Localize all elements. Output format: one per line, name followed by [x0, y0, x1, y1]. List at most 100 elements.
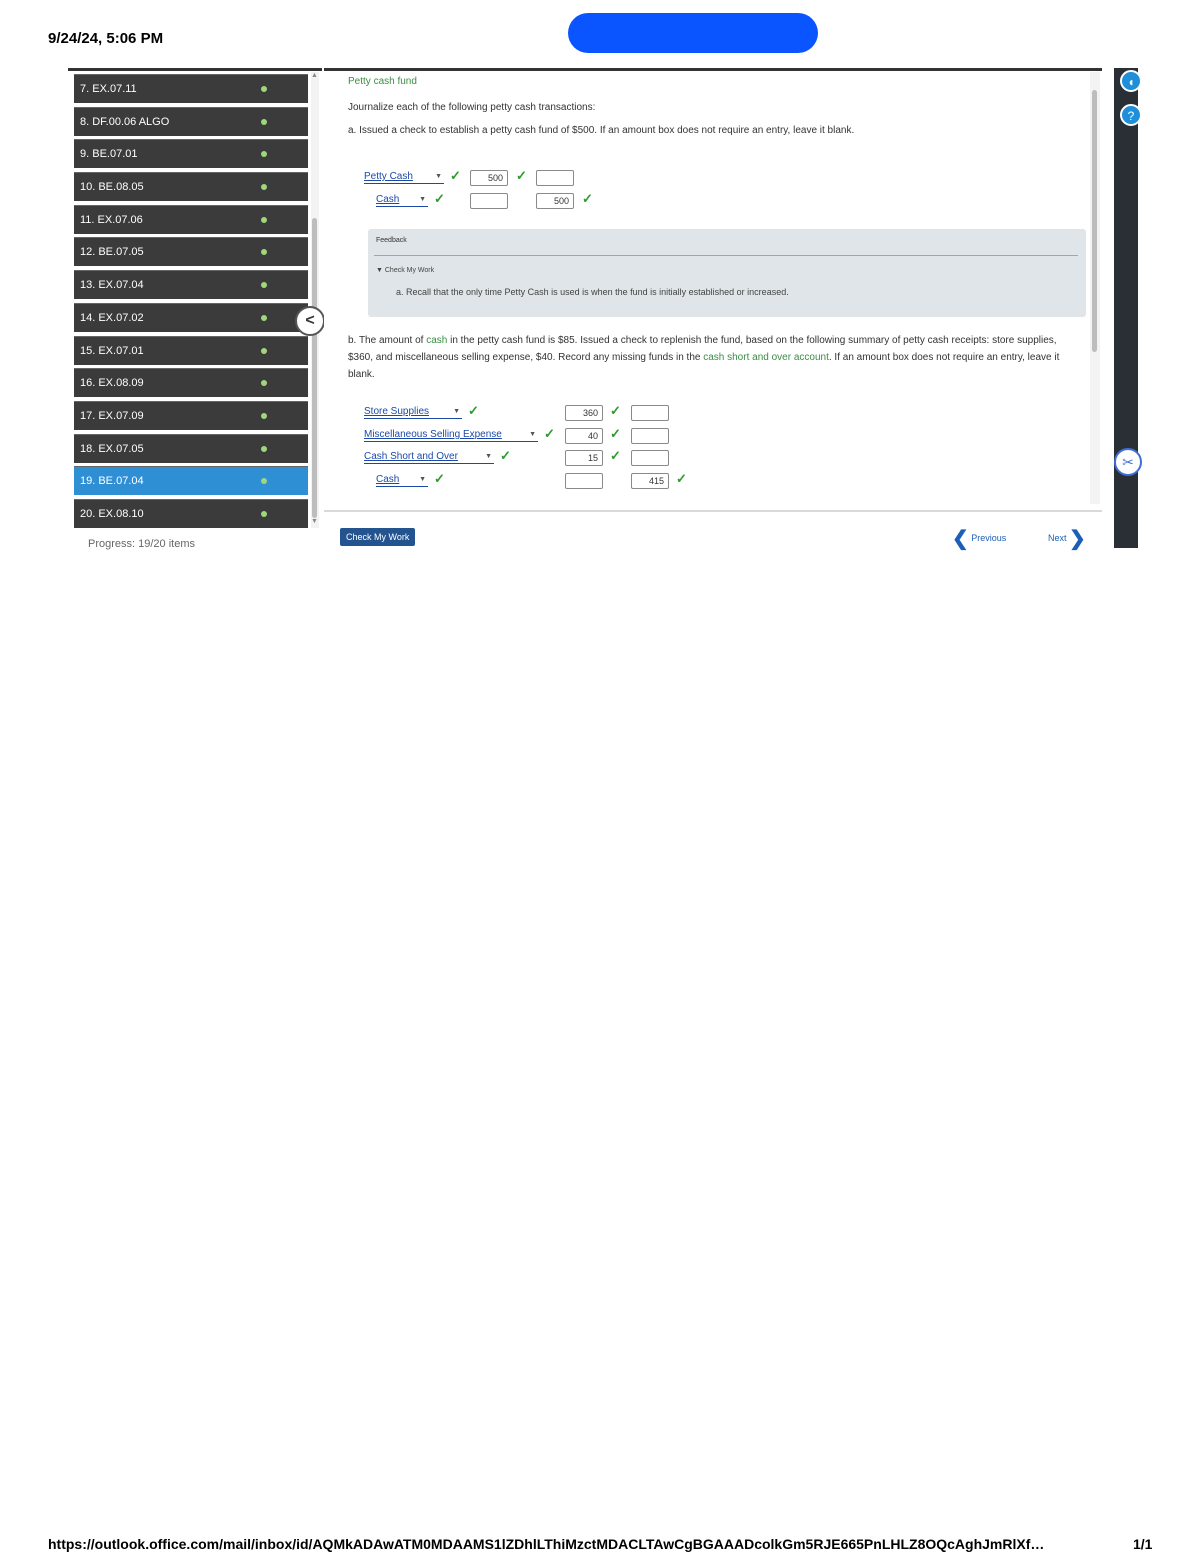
account-select-a2[interactable]: Cash ▼	[376, 194, 428, 207]
problem-instruction: Journalize each of the following petty c…	[348, 102, 596, 113]
scroll-down-icon[interactable]: ▼	[311, 518, 318, 525]
account-select-a1[interactable]: Petty Cash ▼	[364, 171, 444, 184]
sidebar-item-label: 19. BE.07.04	[80, 475, 144, 488]
sidebar-item[interactable]: 10. BE.08.05	[74, 172, 308, 202]
progress-label: Progress: 19/20 items	[88, 538, 195, 550]
sidebar: 7. EX.07.11 8. DF.00.06 ALGO 9. BE.07.01 10…	[68, 68, 324, 550]
debit-input-a1[interactable]: 500	[470, 170, 508, 186]
sidebar-item-label: 10. BE.08.05	[80, 181, 144, 194]
sidebar-item-label: 9. BE.07.01	[80, 148, 138, 161]
sidebar-item-label: 16. EX.08.09	[80, 377, 144, 390]
credit-input-a2[interactable]: 500	[536, 193, 574, 209]
feedback-title: Feedback	[376, 237, 407, 244]
sidebar-item[interactable]: 12. BE.07.05	[74, 237, 308, 267]
debit-input-b2[interactable]: 40	[565, 428, 603, 444]
assignment-list: 7. EX.07.11 8. DF.00.06 ALGO 9. BE.07.01 10…	[74, 74, 308, 532]
scissors-tool-icon[interactable]: ✂	[1114, 448, 1142, 476]
sidebar-item[interactable]: 19. BE.07.04	[74, 466, 308, 496]
sidebar-item-label: 17. EX.07.09	[80, 409, 144, 422]
sidebar-item[interactable]: 14. EX.07.02	[74, 302, 308, 332]
sidebar-item-label: 7. EX.07.11	[80, 83, 137, 95]
part-b-text: b. The amount of cash in the petty cash …	[348, 335, 1060, 380]
status-dot-icon	[261, 445, 267, 452]
chevron-down-icon: ▼	[529, 431, 536, 438]
sidebar-scrollbar[interactable]: ▲ ▼	[311, 72, 319, 528]
account-select-b1[interactable]: Store Supplies ▼	[364, 406, 462, 419]
status-dot-icon	[261, 184, 267, 191]
sidebar-item[interactable]: 11. EX.07.06	[74, 204, 308, 234]
correct-check-icon: ✓	[676, 471, 687, 486]
account-select-b2[interactable]: Miscellaneous Selling Expense ▼	[364, 429, 538, 442]
print-url: https://outlook.office.com/mail/inbox/id…	[48, 1536, 1045, 1552]
credit-input-b4[interactable]: 415	[631, 473, 669, 489]
chevron-left-icon: ❮	[952, 528, 969, 550]
redaction-blob	[568, 13, 818, 53]
print-datetime: 9/24/24, 5:06 PM	[48, 30, 164, 47]
credit-input-b2[interactable]	[631, 428, 669, 444]
correct-check-icon: ✓	[434, 191, 445, 206]
headset-icon[interactable]: ◖	[1120, 70, 1142, 92]
status-dot-icon	[261, 478, 267, 485]
print-page-number: 1/1	[1133, 1536, 1153, 1552]
correct-check-icon: ✓	[450, 168, 461, 183]
sidebar-item[interactable]: 8. DF.00.06 ALGO	[74, 106, 308, 136]
account-select-b4[interactable]: Cash ▼	[376, 474, 428, 487]
debit-input-b3[interactable]: 15	[565, 450, 603, 466]
correct-check-icon: ✓	[434, 471, 445, 486]
sidebar-item-label: 12. BE.07.05	[80, 246, 144, 259]
problem-panel: Petty cash fund Journalize each of the f…	[324, 68, 1102, 550]
check-my-work-toggle[interactable]: ▼ Check My Work	[376, 267, 434, 274]
cash-short-over-link[interactable]: cash short and over account	[703, 352, 829, 363]
scroll-up-icon[interactable]: ▲	[311, 72, 318, 79]
help-icon[interactable]: ?	[1120, 104, 1142, 126]
sidebar-scroll-thumb[interactable]	[312, 218, 317, 518]
feedback-panel: Feedback ▼ Check My Work a. Recall that …	[368, 229, 1086, 317]
sidebar-item[interactable]: 7. EX.07.11	[74, 74, 308, 103]
part-a-text: a. Issued a check to establish a petty c…	[348, 125, 855, 136]
sidebar-item-label: 13. EX.07.04	[80, 279, 144, 292]
bottom-bar: Check My Work ❮ Previous Next ❯	[324, 510, 1102, 550]
correct-check-icon: ✓	[610, 426, 621, 441]
cash-link[interactable]: cash	[426, 335, 447, 346]
content-scrollbar[interactable]	[1090, 72, 1100, 504]
debit-input-b1[interactable]: 360	[565, 405, 603, 421]
next-button[interactable]: Next ❯	[1048, 526, 1086, 551]
sidebar-item[interactable]: 16. EX.08.09	[74, 368, 308, 398]
sidebar-item[interactable]: 9. BE.07.01	[74, 139, 308, 169]
credit-input-b1[interactable]	[631, 405, 669, 421]
status-dot-icon	[261, 380, 267, 387]
status-dot-icon	[261, 510, 267, 517]
chevron-right-icon: ❯	[1069, 528, 1086, 550]
check-my-work-button[interactable]: Check My Work	[340, 528, 416, 546]
credit-input-b3[interactable]	[631, 450, 669, 466]
correct-check-icon: ✓	[610, 403, 621, 418]
correct-check-icon: ✓	[500, 448, 511, 463]
previous-button[interactable]: ❮ Previous	[952, 526, 1006, 551]
status-dot-icon	[261, 118, 267, 125]
debit-input-a2[interactable]	[470, 193, 508, 209]
right-toolbar: ◖ ?	[1114, 68, 1142, 548]
status-dot-icon	[261, 86, 267, 92]
content-scroll-thumb[interactable]	[1092, 90, 1097, 352]
sidebar-item[interactable]: 18. EX.07.05	[74, 433, 308, 463]
sidebar-item[interactable]: 15. EX.07.01	[74, 335, 308, 365]
status-dot-icon	[261, 216, 267, 223]
account-select-b3[interactable]: Cash Short and Over ▼	[364, 451, 494, 464]
sidebar-item-label: 14. EX.07.02	[80, 311, 144, 324]
sidebar-item[interactable]: 20. EX.08.10	[74, 498, 308, 528]
status-dot-icon	[261, 412, 267, 419]
collapse-sidebar-button[interactable]: <	[295, 306, 325, 336]
problem-title: Petty cash fund	[348, 76, 417, 87]
status-dot-icon	[261, 314, 267, 321]
sidebar-item[interactable]: 13. EX.07.04	[74, 270, 308, 300]
correct-check-icon: ✓	[468, 403, 479, 418]
sidebar-item[interactable]: 17. EX.07.09	[74, 400, 308, 430]
credit-input-a1[interactable]	[536, 170, 574, 186]
sidebar-item-label: 20. EX.08.10	[80, 507, 144, 520]
debit-input-b4[interactable]	[565, 473, 603, 489]
status-dot-icon	[261, 249, 267, 256]
correct-check-icon: ✓	[582, 191, 593, 206]
app-window: 7. EX.07.11 8. DF.00.06 ALGO 9. BE.07.01 10…	[68, 68, 1142, 550]
status-dot-icon	[261, 347, 267, 354]
problem-content: Petty cash fund Journalize each of the f…	[348, 76, 1088, 489]
